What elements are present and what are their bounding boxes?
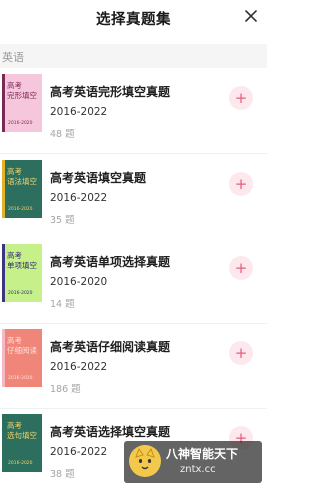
cover-stripe (2, 329, 5, 387)
add-button[interactable]: + (229, 172, 253, 196)
book-cover: 高考 单项填空 2016-2020 (2, 244, 42, 302)
book-cover: 高考 选句填空 2016-2020 (2, 414, 42, 472)
cover-stripe (2, 244, 5, 302)
watermark-title: 八神智能天下 (166, 447, 239, 461)
add-button[interactable]: + (229, 341, 253, 365)
set-question-count: 186 题 (50, 384, 81, 395)
cover-stripe (2, 74, 5, 132)
set-title: 高考英语填空真题 (50, 171, 147, 185)
plus-icon: + (234, 89, 248, 107)
app-header: 选择真题集 (0, 0, 267, 34)
set-question-count: 48 题 (50, 129, 75, 140)
book-cover: 高考 仔细阅读 2016-2020 (2, 329, 42, 387)
close-icon[interactable] (241, 6, 261, 26)
list-item[interactable]: 高考 完形填空 2016-2020 高考英语完形填空真题 2016-2022 48 题 + (0, 69, 267, 154)
set-year-range: 2016-2022 (50, 446, 108, 458)
cover-stripe (2, 160, 5, 218)
section-label: 英语 (2, 51, 24, 64)
set-title: 高考英语完形填空真题 (50, 85, 171, 99)
watermark: 八神智能天下 zntx.cc (124, 441, 262, 483)
book-cover: 高考 语法填空 2016-2020 (2, 160, 42, 218)
cover-year: 2016-2020 (8, 291, 33, 296)
watermark-url: zntx.cc (180, 464, 216, 475)
list-item[interactable]: 高考 单项填空 2016-2020 高考英语单项选择真题 2016-2020 14 题 + (0, 239, 267, 324)
cover-title: 高考 选句填空 (7, 421, 37, 440)
set-question-count: 14 题 (50, 299, 75, 310)
cover-title: 高考 语法填空 (7, 167, 37, 186)
set-title: 高考英语单项选择真题 (50, 255, 171, 269)
set-title: 高考英语选择填空真题 (50, 425, 171, 439)
cat-logo-icon (129, 445, 161, 477)
cover-year: 2016-2020 (8, 376, 33, 381)
add-button[interactable]: + (229, 86, 253, 110)
list-item[interactable]: 高考 仔细阅读 2016-2020 高考英语仔细阅读真题 2016-2022 186 题… (0, 324, 267, 409)
cover-year: 2016-2020 (8, 461, 33, 466)
cover-year: 2016-2020 (8, 121, 33, 126)
plus-icon: + (234, 344, 248, 362)
cover-title: 高考 完形填空 (7, 81, 37, 100)
set-year-range: 2016-2022 (50, 106, 108, 118)
set-year-range: 2016-2022 (50, 192, 108, 204)
plus-icon: + (234, 175, 248, 193)
set-question-count: 35 题 (50, 215, 75, 226)
cover-title: 高考 单项填空 (7, 251, 37, 270)
cover-year: 2016-2020 (8, 207, 33, 212)
section-header-english: 英语 (0, 44, 267, 68)
page-title: 选择真题集 (96, 12, 171, 28)
plus-icon: + (234, 259, 248, 277)
add-button[interactable]: + (229, 256, 253, 280)
set-year-range: 2016-2020 (50, 276, 108, 288)
cover-title: 高考 仔细阅读 (7, 336, 37, 355)
set-year-range: 2016-2022 (50, 361, 108, 373)
divider (0, 153, 267, 154)
set-question-count: 38 题 (50, 469, 75, 480)
book-cover: 高考 完形填空 2016-2020 (2, 74, 42, 132)
list-item[interactable]: 高考 语法填空 2016-2020 高考英语填空真题 2016-2022 35 题 + (0, 155, 267, 240)
set-title: 高考英语仔细阅读真题 (50, 340, 171, 354)
cover-stripe (2, 414, 5, 472)
